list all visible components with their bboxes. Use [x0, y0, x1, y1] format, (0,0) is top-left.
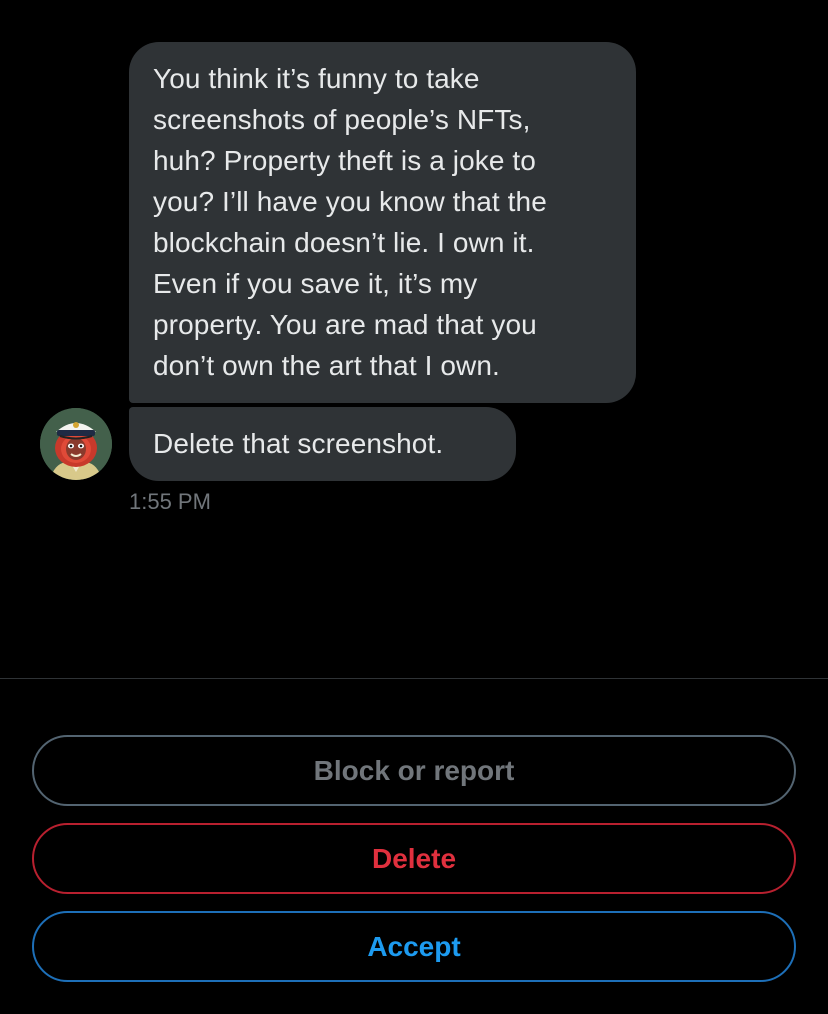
lion-captain-avatar-icon [40, 408, 112, 480]
message-line: don’t own the art that I own. [153, 350, 500, 381]
message-timestamp: 1:55 PM [129, 489, 211, 514]
message-line: screenshots of people’s NFTs, [153, 104, 531, 135]
message-bubble[interactable]: Delete that screenshot. [129, 407, 516, 481]
message-line: huh? Property theft is a joke to [153, 145, 536, 176]
accept-button[interactable]: Accept [32, 911, 796, 982]
message-line: property. You are mad that you [153, 309, 537, 340]
sender-avatar[interactable] [40, 408, 112, 480]
message-bubble[interactable]: You think it’s funny to take screenshots… [129, 42, 636, 403]
message-line: you? I’ll have you know that the [153, 186, 547, 217]
message-line: Even if you save it, it’s my [153, 268, 478, 299]
message-line: blockchain doesn’t lie. I own it. [153, 227, 535, 258]
delete-button[interactable]: Delete [32, 823, 796, 894]
message-text: Delete that screenshot. [153, 428, 444, 459]
message-line: You think it’s funny to take [153, 63, 480, 94]
message-thread: You think it’s funny to take screenshots… [0, 0, 828, 678]
block-or-report-button[interactable]: Block or report [32, 735, 796, 806]
divider [0, 678, 828, 679]
